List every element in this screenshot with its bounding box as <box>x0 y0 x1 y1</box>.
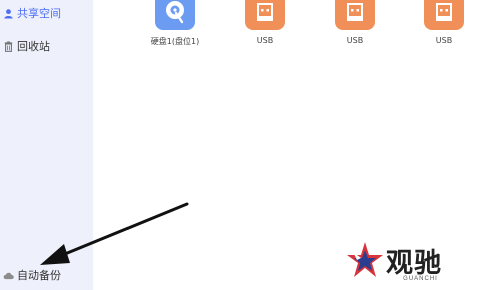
sidebar-item-label: 回收站 <box>17 40 50 53</box>
star-logo-icon <box>347 242 383 277</box>
sidebar: 共享空间 回收站 自动备份 <box>0 0 93 290</box>
drive-tile-usb-1[interactable]: USB <box>225 0 305 50</box>
usb-drive-icon <box>335 0 375 30</box>
trash-icon <box>4 40 13 52</box>
sidebar-item-shared-space[interactable]: 共享空间 <box>0 2 93 24</box>
drive-tile-usb-3[interactable]: USB <box>404 0 484 50</box>
drive-label: 硬盘1(盘位1) <box>150 37 200 46</box>
drive-tile-usb-2[interactable]: USB <box>315 0 395 50</box>
usb-drive-icon <box>424 0 464 30</box>
sidebar-item-label: 共享空间 <box>17 7 61 20</box>
sidebar-item-auto-backup[interactable]: 自动备份 <box>0 264 93 286</box>
sidebar-item-recycle-bin[interactable]: 回收站 <box>0 35 93 57</box>
watermark-logo: 观驰 GUANCHI <box>345 238 460 288</box>
drive-label: USB <box>346 36 364 45</box>
usb-drive-icon <box>245 0 285 30</box>
hard-disk-icon <box>155 0 195 30</box>
sidebar-item-label: 自动备份 <box>17 269 61 282</box>
drive-tile-hard-disk-1[interactable]: 硬盘1(盘位1) <box>135 0 215 50</box>
watermark-text: 观驰 <box>386 248 442 279</box>
watermark-subtext: GUANCHI <box>403 276 438 282</box>
cloud-icon <box>3 272 14 279</box>
user-share-icon <box>4 8 13 19</box>
drive-label: USB <box>256 36 274 45</box>
drive-label: USB <box>435 36 453 45</box>
